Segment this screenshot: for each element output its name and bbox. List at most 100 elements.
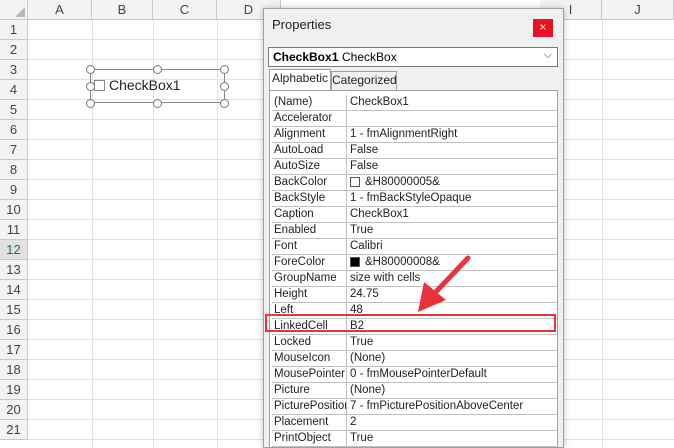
column-header-c[interactable]: C [153,0,217,20]
row-header-6[interactable]: 6 [0,120,28,140]
select-all-corner[interactable] [0,0,28,20]
row-header-16[interactable]: 16 [0,320,28,340]
property-row[interactable]: Accelerator [272,111,557,127]
row-header-17[interactable]: 17 [0,340,28,360]
property-value[interactable]: True [347,431,557,447]
property-value[interactable]: CheckBox1 [347,95,557,111]
row-header-8[interactable]: 8 [0,160,28,180]
property-row[interactable]: PicturePosition 7 - fmPicturePositionAbov… [272,399,557,415]
checkbox-label: CheckBox1 [109,77,181,93]
row-header-9[interactable]: 9 [0,180,28,200]
row-header-14[interactable]: 14 [0,280,28,300]
property-grid: (Name) CheckBox1 Accelerator Alignment 1 - f… [269,90,558,448]
row-header-12[interactable]: 12 [0,240,28,260]
property-row[interactable]: PrintObject True [272,431,557,447]
property-value-text: 1 - fmBackStyleOpaque [350,192,472,204]
color-swatch-icon [350,257,360,267]
property-value[interactable]: 2 [347,415,557,431]
property-row[interactable]: MousePointer 0 - fmMousePointerDefault [272,367,557,383]
column-header-j[interactable]: J [602,0,674,20]
property-value[interactable]: 1 - fmAlignmentRight [347,127,557,143]
property-row[interactable]: Placement 2 [272,415,557,431]
property-value[interactable]: (None) [347,383,557,399]
row-header-20[interactable]: 20 [0,400,28,420]
property-value[interactable]: &H80000008& [347,255,557,271]
object-selector-dropdown[interactable]: CheckBox1 CheckBox ⌵ [268,47,558,67]
resize-handle[interactable] [153,99,162,108]
row-header-19[interactable]: 19 [0,380,28,400]
property-row[interactable]: GroupName size with cells [272,271,557,287]
property-value[interactable]: False [347,143,557,159]
property-row[interactable]: AutoSize False [272,159,557,175]
row-header-4[interactable]: 4 [0,80,28,100]
resize-handle[interactable] [220,82,229,91]
property-row[interactable]: Locked True [272,335,557,351]
property-value-text: True [350,432,374,444]
object-type: CheckBox [342,50,397,64]
property-value[interactable]: 24.75 [347,287,557,303]
object-name: CheckBox1 [273,50,339,64]
property-value-text: 24.75 [350,288,379,300]
property-row[interactable]: Caption CheckBox1 [272,207,557,223]
property-row[interactable]: Alignment 1 - fmAlignmentRight [272,127,557,143]
property-name: Font [272,239,347,255]
property-value[interactable]: True [347,335,557,351]
property-value-text: CheckBox1 [350,96,409,108]
property-value-text: (None) [350,352,386,364]
property-value[interactable]: &H80000005& [347,175,557,191]
property-row[interactable]: ForeColor &H80000008& [272,255,557,271]
property-row[interactable]: BackColor &H80000005& [272,175,557,191]
row-header-15[interactable]: 15 [0,300,28,320]
row-header-7[interactable]: 7 [0,140,28,160]
property-name: Placement [272,415,347,431]
property-value-text: True [350,224,374,236]
resize-handle[interactable] [86,99,95,108]
row-header-18[interactable]: 18 [0,360,28,380]
resize-handle[interactable] [220,99,229,108]
property-value[interactable] [347,111,557,127]
properties-title: Properties [272,17,332,32]
property-row[interactable]: Enabled True [272,223,557,239]
property-name: ForeColor [272,255,347,271]
property-name: BackStyle [272,191,347,207]
property-value-text: size with cells [350,272,421,284]
resize-handle[interactable] [153,65,162,74]
property-name: Locked [272,335,347,351]
row-header-3[interactable]: 3 [0,60,28,80]
property-row[interactable]: MouseIcon (None) [272,351,557,367]
tab-categorized[interactable]: Categorized [331,71,397,90]
column-header-a[interactable]: A [28,0,92,20]
row-header-10[interactable]: 10 [0,200,28,220]
column-header-b[interactable]: B [92,0,153,20]
property-value-text: 1 - fmAlignmentRight [350,128,458,140]
close-button[interactable]: × [533,19,553,37]
property-value[interactable]: False [347,159,557,175]
row-header-1[interactable]: 1 [0,20,28,40]
property-value-text: 7 - fmPicturePositionAboveCenter [350,400,524,412]
property-value[interactable]: True [347,223,557,239]
property-value[interactable]: 0 - fmMousePointerDefault [347,367,557,383]
row-header-2[interactable]: 2 [0,40,28,60]
property-row[interactable]: (Name) CheckBox1 [272,95,557,111]
property-value[interactable]: Calibri [347,239,557,255]
property-value[interactable]: 7 - fmPicturePositionAboveCenter [347,399,557,415]
row-header-13[interactable]: 13 [0,260,28,280]
property-row[interactable]: Font Calibri [272,239,557,255]
property-row[interactable]: AutoLoad False [272,143,557,159]
property-value[interactable]: size with cells [347,271,557,287]
resize-handle[interactable] [86,65,95,74]
checkbox-icon[interactable] [94,80,105,91]
property-row[interactable]: Height 24.75 [272,287,557,303]
property-row[interactable]: BackStyle 1 - fmBackStyleOpaque [272,191,557,207]
chevron-down-icon[interactable]: ⌵ [544,49,552,62]
property-value[interactable]: 1 - fmBackStyleOpaque [347,191,557,207]
tab-alphabetic[interactable]: Alphabetic [269,69,331,90]
row-header-5[interactable]: 5 [0,100,28,120]
row-header-11[interactable]: 11 [0,220,28,240]
property-name: Accelerator [272,111,347,127]
property-value[interactable]: CheckBox1 [347,207,557,223]
row-header-21[interactable]: 21 [0,420,28,440]
property-row[interactable]: Picture (None) [272,383,557,399]
resize-handle[interactable] [220,65,229,74]
property-value[interactable]: (None) [347,351,557,367]
